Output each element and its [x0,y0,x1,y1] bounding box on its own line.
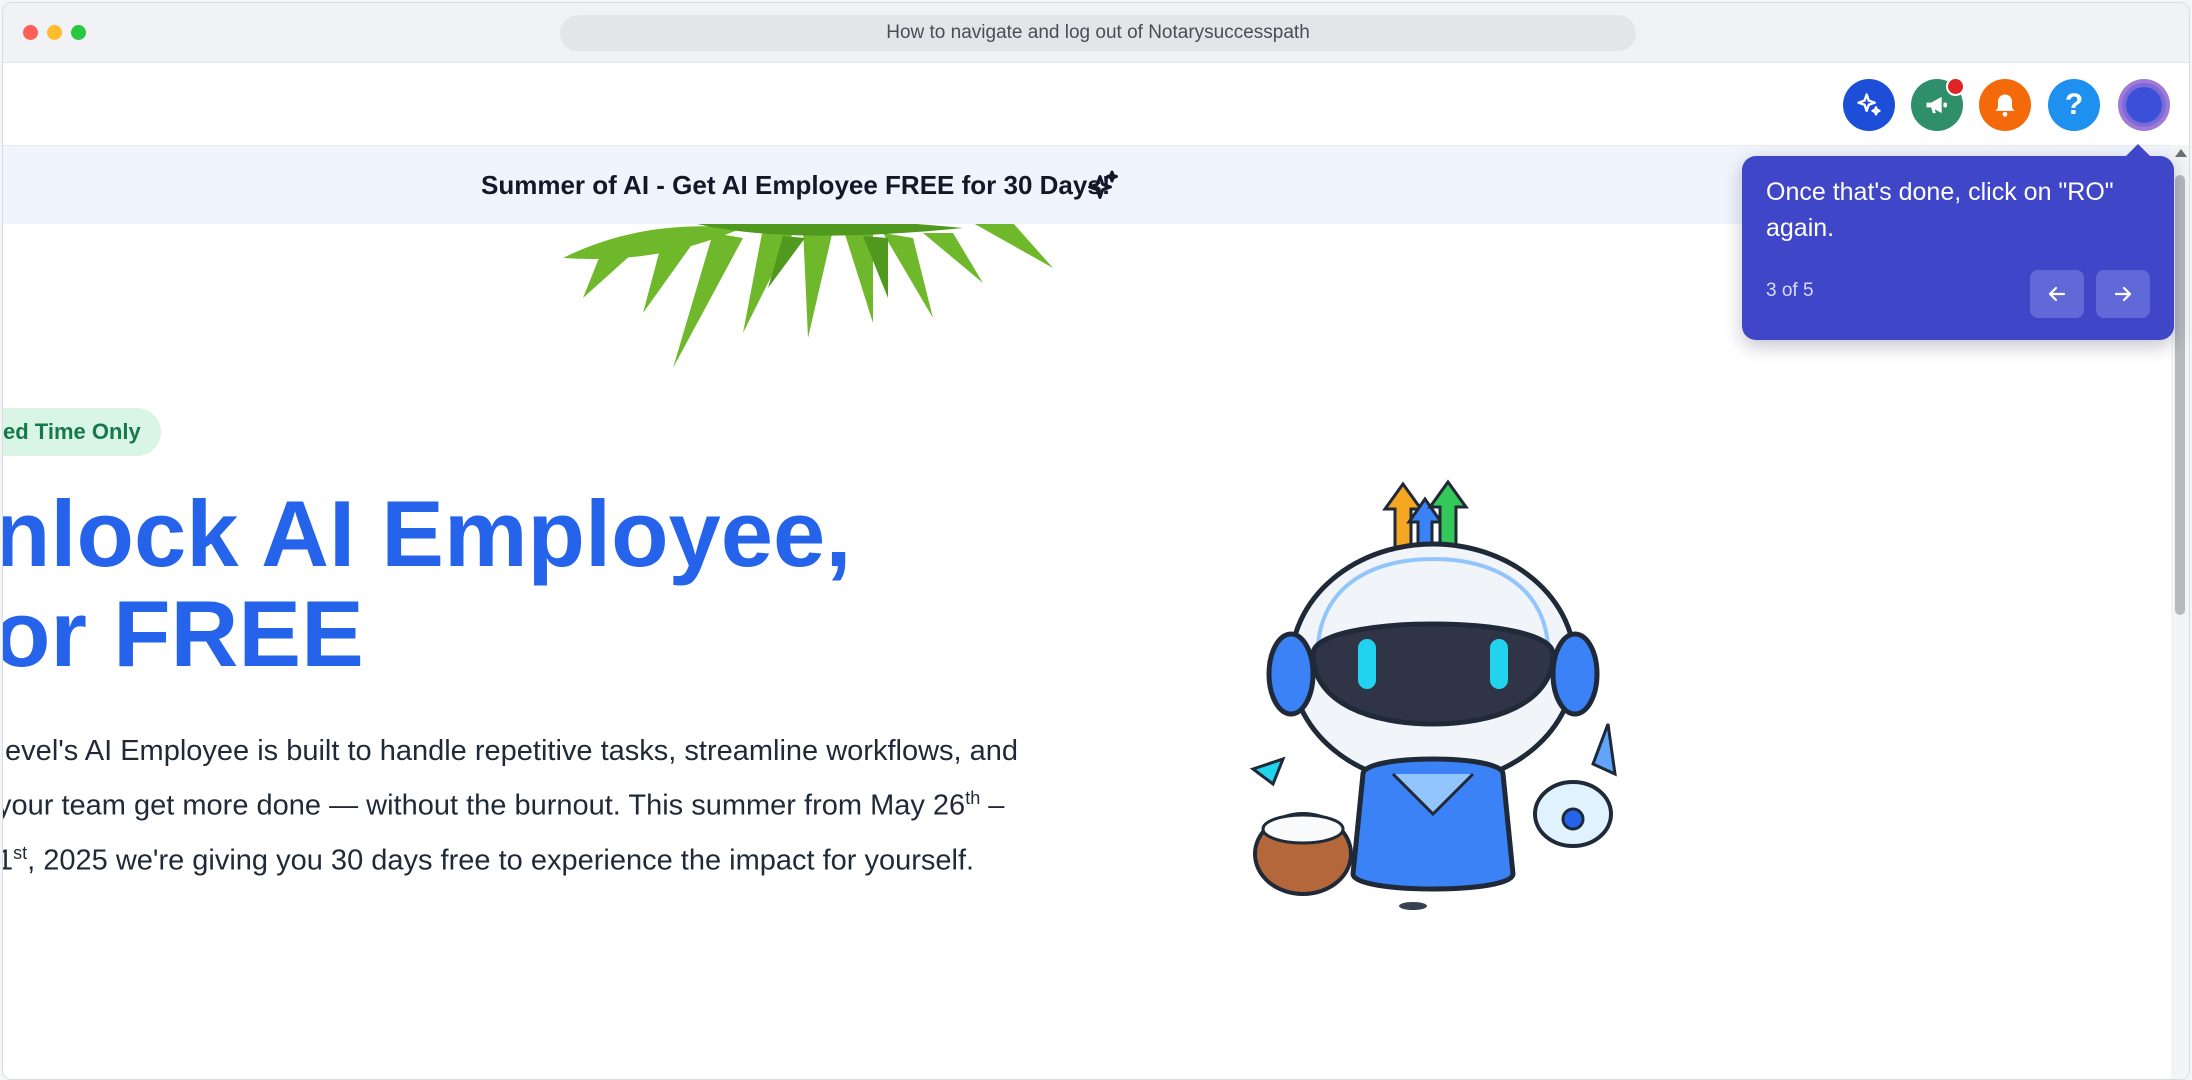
ai-assistant-button[interactable] [1843,79,1895,131]
scrollbar-thumb[interactable] [2175,175,2185,615]
arrow-right-icon [2114,286,2132,302]
address-bar[interactable]: How to navigate and log out of Notarysuc… [560,15,1636,51]
minimize-window-button[interactable] [47,25,62,40]
walkthrough-tooltip: Once that's done, click on "RO" again. 3… [1742,144,2174,340]
hero-headline: nlock AI Employee, or FREE [3,481,852,686]
ai-sparkle-icon [1857,93,1881,116]
promo-banner-text: Summer of AI - Get AI Employee FREE for … [481,170,1111,200]
tooltip-step-counter: 3 of 5 [1766,280,1814,301]
bell-icon [1995,94,2015,117]
app-header: ? [3,63,2189,146]
limited-time-badge: ed Time Only [3,408,161,456]
title-bar: How to navigate and log out of Notarysuc… [3,3,2189,63]
tooltip-instruction: Once that's done, click on "RO" again. [1766,178,2114,242]
hero-description: .evel's AI Employee is built to handle r… [3,735,1019,877]
help-button[interactable]: ? [2048,79,2100,131]
close-window-button[interactable] [23,25,38,40]
megaphone-icon [1926,96,1947,114]
main-content: ed Time Only nlock AI Employee, or FREE … [3,224,2171,1079]
help-icon: ? [2064,88,2084,121]
announcements-button[interactable] [1911,77,1965,131]
user-avatar-button[interactable] [2118,79,2170,131]
notification-badge [1946,77,1965,96]
previous-step-button[interactable] [2030,270,2084,318]
next-step-button[interactable] [2096,270,2150,318]
palm-leaves-illustration [563,224,1053,368]
notifications-button[interactable] [1979,79,2031,131]
robot-mascot-illustration [1249,479,1617,910]
avatar [2126,87,2162,123]
maximize-window-button[interactable] [71,25,86,40]
arrow-left-icon [2048,286,2066,302]
sparkle-icon [1088,170,1118,199]
tooltip-pointer [2126,144,2150,156]
scroll-up-arrow-icon[interactable] [2175,149,2187,157]
